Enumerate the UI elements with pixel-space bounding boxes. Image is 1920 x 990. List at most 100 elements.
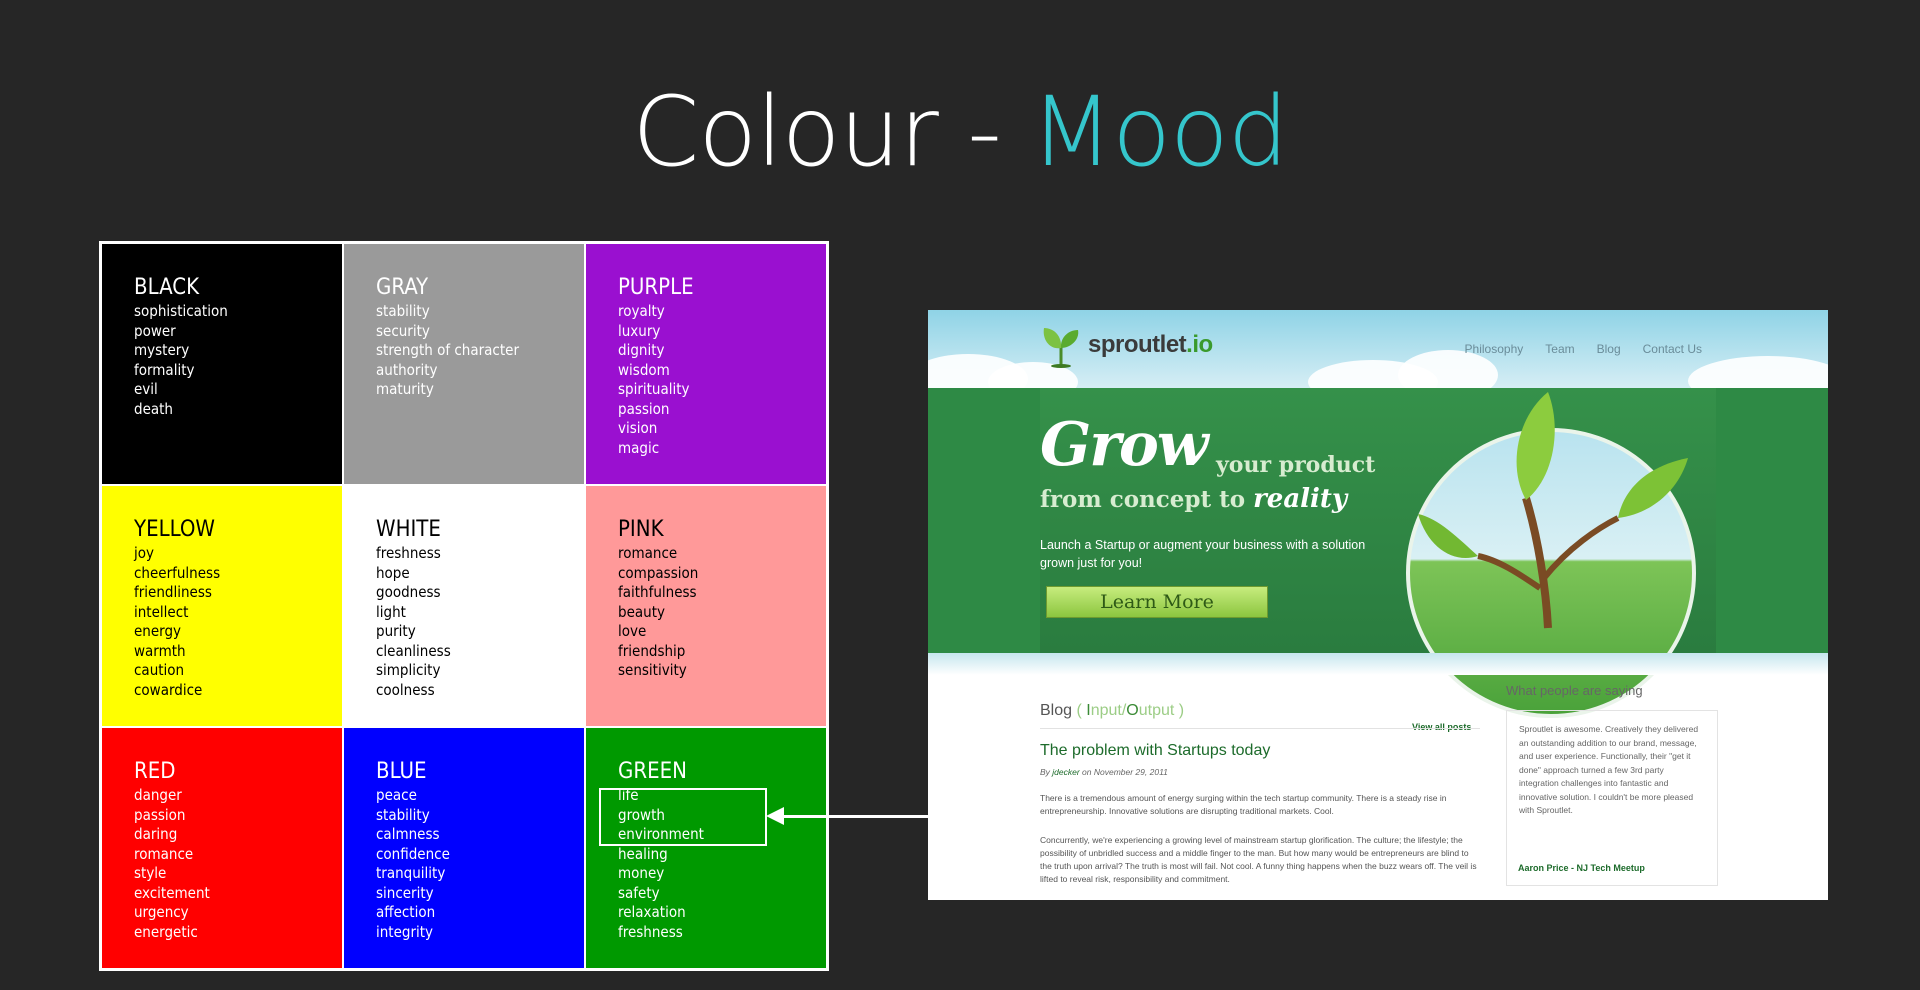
mood-word: compassion bbox=[618, 563, 699, 582]
mood-word: warmth bbox=[134, 641, 186, 660]
post-paragraph-2: Concurrently, we're experiencing a growi… bbox=[1040, 835, 1477, 884]
mood-word: caution bbox=[134, 661, 185, 679]
colour-name: GREEN bbox=[618, 759, 687, 784]
nav-team[interactable]: Team bbox=[1545, 342, 1574, 356]
mood-word: death bbox=[134, 399, 173, 418]
mood-word: tranquility bbox=[376, 864, 446, 882]
colour-cell-pink: PINK romance compassion faithfulness beauty l… bbox=[586, 486, 826, 726]
mood-list: freshness hope goodness light purity cleanlin… bbox=[376, 544, 584, 700]
mood-word: danger bbox=[134, 786, 182, 804]
colour-name: BLACK bbox=[134, 275, 200, 300]
mood-word: confidence bbox=[376, 844, 450, 863]
mood-list: peace stability calmness confidence tranquil… bbox=[376, 786, 584, 942]
arrow-left-icon bbox=[766, 807, 784, 825]
learn-more-button[interactable]: Learn More bbox=[1046, 586, 1268, 618]
mood-word: energetic bbox=[134, 922, 198, 941]
mood-word: calmness bbox=[376, 825, 440, 843]
mood-word: wisdom bbox=[618, 360, 670, 379]
colour-cell-white: WHITE freshness hope goodness light purity cle… bbox=[344, 486, 584, 726]
mood-word: strength of character bbox=[376, 341, 519, 359]
mood-word: cowardice bbox=[134, 680, 203, 699]
mood-word: dignity bbox=[618, 341, 665, 359]
colour-name: YELLOW bbox=[134, 517, 215, 542]
colour-name: WHITE bbox=[376, 517, 441, 542]
mood-word: royalty bbox=[618, 302, 665, 320]
mood-word: freshness bbox=[376, 544, 441, 562]
mood-word: maturity bbox=[376, 380, 434, 398]
testimonial-author: Aaron Price - NJ Tech Meetup bbox=[1518, 863, 1645, 873]
mood-word: purity bbox=[376, 622, 416, 640]
colour-mood-grid: BLACK sophistication power mystery formality… bbox=[99, 241, 829, 971]
mood-word: friendliness bbox=[134, 583, 212, 601]
mood-word: friendship bbox=[618, 641, 686, 660]
post-title-link[interactable]: The problem with Startups today bbox=[1040, 742, 1270, 760]
mood-word: sophistication bbox=[134, 302, 228, 320]
colour-name: PINK bbox=[618, 517, 664, 542]
testimonials-heading: What people are saying bbox=[1506, 683, 1643, 698]
mood-word: passion bbox=[134, 805, 186, 824]
mood-word: light bbox=[376, 602, 406, 621]
mood-word: formality bbox=[134, 360, 195, 379]
hero-grow-text: Grow bbox=[1040, 410, 1209, 480]
mood-list: stability security strength of character au… bbox=[376, 302, 584, 400]
mood-word: authority bbox=[376, 360, 438, 379]
colour-cell-black: BLACK sophistication power mystery formality… bbox=[102, 244, 342, 484]
mood-word: love bbox=[618, 622, 647, 640]
title-prefix: Colour - bbox=[632, 76, 1031, 188]
mood-word: stability bbox=[376, 302, 430, 320]
mood-word: goodness bbox=[376, 583, 441, 601]
mood-list: sophistication power mystery formality evil d… bbox=[134, 302, 342, 419]
mood-word: beauty bbox=[618, 602, 665, 621]
mood-word: cheerfulness bbox=[134, 563, 221, 582]
mood-word: sincerity bbox=[376, 883, 434, 902]
view-all-posts-link[interactable]: View all posts bbox=[1412, 722, 1471, 732]
colour-cell-yellow: YELLOW joy cheerfulness friendliness intelle… bbox=[102, 486, 342, 726]
mood-word: style bbox=[134, 864, 167, 882]
colour-cell-purple: PURPLE royalty luxury dignity wisdom spiritua… bbox=[586, 244, 826, 484]
slide-title: Colour - Mood bbox=[0, 79, 1920, 186]
colour-name: GRAY bbox=[376, 275, 429, 300]
mood-word: spirituality bbox=[618, 380, 690, 398]
mood-word: urgency bbox=[134, 903, 189, 921]
plant-icon bbox=[1418, 392, 1688, 629]
post-paragraph-1: There is a tremendous amount of energy s… bbox=[1040, 793, 1447, 816]
website-screenshot: sproutlet.io Philosophy Team Blog Contac… bbox=[928, 310, 1828, 900]
mood-word: mystery bbox=[134, 341, 190, 359]
mood-word: money bbox=[618, 864, 665, 882]
mood-word: magic bbox=[618, 438, 660, 457]
colour-cell-green: GREEN life growth environment healing money sa… bbox=[586, 728, 826, 968]
post-byline: By jdecker on November 29, 2011 bbox=[1040, 767, 1168, 777]
hero-from-concept: from concept to reality bbox=[1040, 484, 1348, 514]
nav-blog[interactable]: Blog bbox=[1597, 342, 1621, 356]
mood-word: freshness bbox=[618, 922, 683, 941]
site-logo[interactable]: sproutlet.io bbox=[1040, 322, 1213, 368]
mood-word: healing bbox=[618, 844, 668, 863]
mood-list: danger passion daring romance style excitemen… bbox=[134, 786, 342, 942]
nav-contact-us[interactable]: Contact Us bbox=[1643, 342, 1702, 356]
mood-word: intellect bbox=[134, 602, 189, 621]
arrow-line bbox=[780, 815, 930, 818]
colour-name: PURPLE bbox=[618, 275, 694, 300]
site-header: sproutlet.io Philosophy Team Blog Contac… bbox=[928, 310, 1828, 406]
mood-word: energy bbox=[134, 622, 181, 640]
hero-description: Launch a Startup or augment your busines… bbox=[1040, 538, 1366, 570]
nav-philosophy[interactable]: Philosophy bbox=[1465, 342, 1524, 356]
mood-word: security bbox=[376, 321, 430, 340]
mood-word: affection bbox=[376, 903, 436, 921]
site-nav: Philosophy Team Blog Contact Us bbox=[1465, 342, 1702, 356]
mood-word: passion bbox=[618, 399, 670, 418]
mood-word: cleanliness bbox=[376, 641, 451, 660]
mood-word: hope bbox=[376, 563, 410, 582]
colour-name: RED bbox=[134, 759, 176, 784]
mood-word: vision bbox=[618, 419, 658, 437]
mood-word: evil bbox=[134, 380, 158, 398]
blog-heading: Blog ( Input/Output ) bbox=[1040, 702, 1185, 719]
hero-your-product: your product bbox=[1216, 452, 1376, 478]
mood-word: faithfulness bbox=[618, 583, 697, 601]
mood-word: excitement bbox=[134, 883, 210, 902]
mood-word: joy bbox=[134, 544, 154, 562]
mood-word: integrity bbox=[376, 922, 434, 941]
mood-word: sensitivity bbox=[618, 661, 687, 679]
colour-cell-blue: BLUE peace stability calmness confidence tran… bbox=[344, 728, 584, 968]
colour-name: BLUE bbox=[376, 759, 427, 784]
